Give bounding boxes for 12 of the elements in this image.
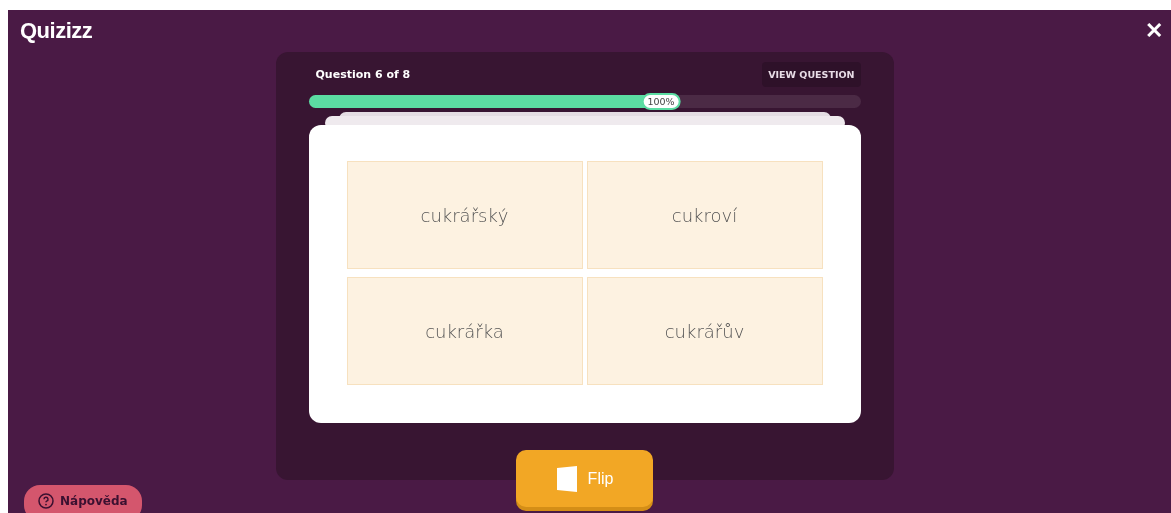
quizizz-logo: Quizizz — [20, 18, 93, 44]
help-icon — [38, 493, 54, 509]
help-button[interactable]: Nápověda — [24, 485, 142, 513]
answer-tile: cukroví — [586, 161, 823, 269]
progress-label: 100% — [641, 93, 681, 110]
answer-tile: cukrářský — [346, 161, 583, 269]
answer-tile: cukrářův — [586, 277, 823, 385]
answer-tile: cukrářka — [346, 277, 583, 385]
question-counter: Question 6 of 8 — [315, 68, 411, 81]
view-question-button[interactable]: VIEW QUESTION — [762, 62, 861, 87]
card-icon — [555, 465, 578, 492]
close-button[interactable]: ✕ — [1145, 18, 1163, 44]
